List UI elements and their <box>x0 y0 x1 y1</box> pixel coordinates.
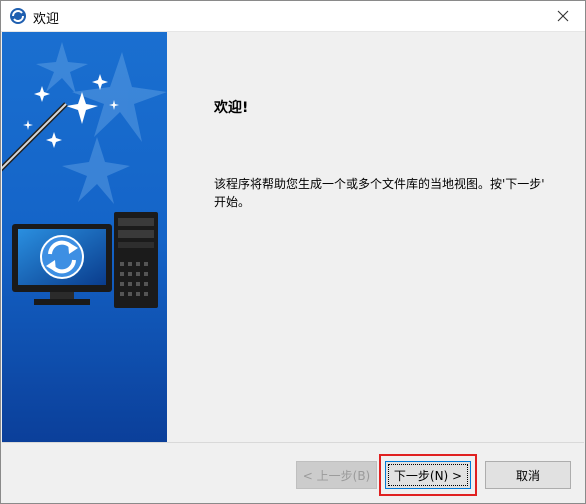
next-button[interactable]: 下一步(N) > <box>385 461 471 489</box>
window-title: 欢迎 <box>33 12 60 27</box>
cancel-button[interactable]: 取消 <box>485 461 571 489</box>
wizard-banner-image <box>2 32 167 442</box>
welcome-heading: 欢迎! <box>214 100 249 116</box>
description-line-2: 开始。 <box>214 195 251 209</box>
welcome-description: 该程序将帮助您生成一个或多个文件库的当地视图。按'下一步' 开始。 <box>214 175 554 211</box>
description-line-1: 该程序将帮助您生成一个或多个文件库的当地视图。按'下一步' <box>214 177 545 191</box>
app-icon <box>10 8 26 24</box>
title-bar[interactable]: 欢迎 <box>1 1 585 32</box>
close-button[interactable] <box>541 1 585 31</box>
back-button[interactable]: < 上一步(B) <box>296 461 377 489</box>
close-icon <box>557 10 569 22</box>
footer-divider <box>2 442 584 443</box>
wizard-window: 欢迎 欢迎! 该程序将帮助您生成一个或多个文件库的当地视图。按'下一步' 开始。… <box>0 0 586 504</box>
